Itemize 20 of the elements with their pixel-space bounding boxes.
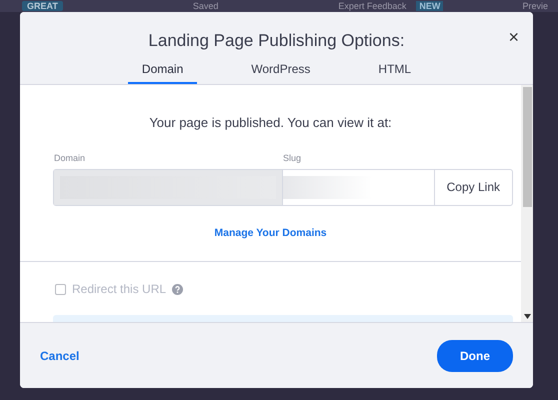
dialog-title: Landing Page Publishing Options: [147,30,406,52]
tab[interactable]: Domain [128,58,198,84]
preview-link[interactable]: Previe [522,1,548,11]
tab[interactable]: HTML [364,58,426,84]
redirect-label: Redirect this URL [72,281,166,298]
cancel-button[interactable]: Cancel [34,346,86,366]
published-message: Your page is published. You can view it at: [148,114,393,132]
tab[interactable]: WordPress [237,58,324,84]
scroll-down-arrow-icon[interactable] [524,314,530,319]
new-badge: NEW [416,1,444,11]
scrollbar[interactable] [521,84,533,322]
save-status: Saved [192,1,218,11]
field-label: Slug [283,152,302,165]
rating-badge: GREAT [22,1,63,11]
done-button[interactable]: Done [437,340,513,372]
close-button[interactable]: × [506,26,521,48]
help-icon[interactable] [172,284,184,295]
manage-domains-link[interactable]: Manage Your Domains [20,226,521,242]
expert-feedback-link[interactable]: Expert Feedback [338,1,406,11]
field-label: Domain [54,152,86,165]
